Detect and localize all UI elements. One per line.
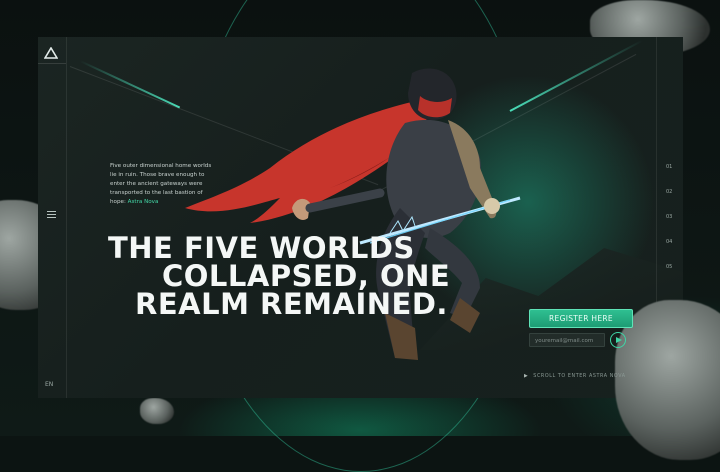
scroll-label: SCROLL TO ENTER ASTRA NOVA	[533, 374, 626, 379]
astra-nova-link[interactable]: Astra Nova	[128, 199, 159, 205]
section-index-3[interactable]: 03	[666, 214, 672, 239]
section-index-1[interactable]: 01	[666, 164, 672, 189]
page-headline: THE FIVE WORLDS COLLAPSED, ONE REALM REM…	[108, 231, 451, 321]
headline-line-2: COLLAPSED, ONE	[162, 259, 451, 293]
section-index-4[interactable]: 04	[666, 239, 672, 264]
floating-rock	[140, 398, 174, 424]
left-rail	[66, 37, 67, 398]
menu-icon[interactable]	[47, 211, 56, 218]
section-index-2[interactable]: 02	[666, 189, 672, 214]
headline-line-3: REALM REMAINED.	[135, 287, 448, 321]
intro-body: Five outer dimensional home worlds lie i…	[110, 163, 212, 205]
rail-divider	[38, 63, 66, 64]
play-arrow-icon[interactable]	[610, 332, 626, 348]
triangle-logo-icon[interactable]	[43, 44, 59, 59]
scroll-arrow-icon: ▶	[524, 374, 529, 379]
intro-text: Five outer dimensional home worlds lie i…	[110, 162, 214, 207]
section-index-5[interactable]: 05	[666, 264, 672, 289]
section-indices: 01 02 03 04 05	[666, 164, 672, 289]
headline-line-1: THE FIVE WORLDS	[108, 231, 415, 265]
email-field[interactable]: youremail@mail.com	[529, 333, 605, 347]
language-switch[interactable]: EN	[45, 381, 53, 388]
scroll-hint[interactable]: ▶ SCROLL TO ENTER ASTRA NOVA	[524, 374, 626, 379]
hero-character-illustration	[185, 68, 521, 360]
register-button[interactable]: REGISTER HERE	[529, 309, 633, 328]
